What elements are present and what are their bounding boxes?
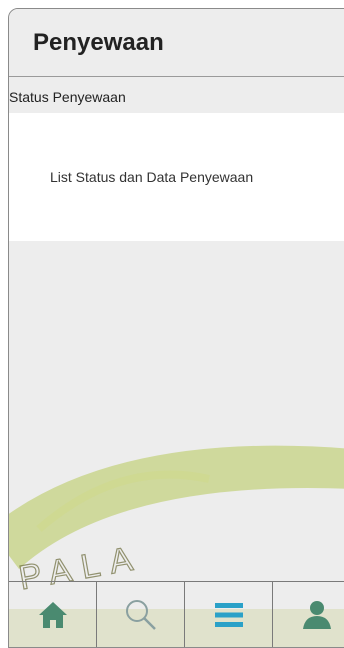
list-icon [214,602,243,627]
home-icon [38,601,67,628]
phone-frame: Penyewaan Status Penyewaan List Status d… [8,8,344,648]
tab-bar [9,581,344,647]
section-label: Status Penyewaan [9,89,126,105]
tab-search[interactable] [97,582,185,647]
tab-profile[interactable] [273,582,344,647]
tab-home[interactable] [9,582,97,647]
search-icon [125,599,156,630]
profile-icon [303,600,331,629]
tab-list[interactable] [185,582,273,647]
status-list[interactable]: List Status dan Data Penyewaan [9,113,344,241]
status-list-label: List Status dan Data Penyewaan [50,169,254,185]
app-header: Penyewaan [9,9,344,77]
page-title: Penyewaan [33,29,164,56]
